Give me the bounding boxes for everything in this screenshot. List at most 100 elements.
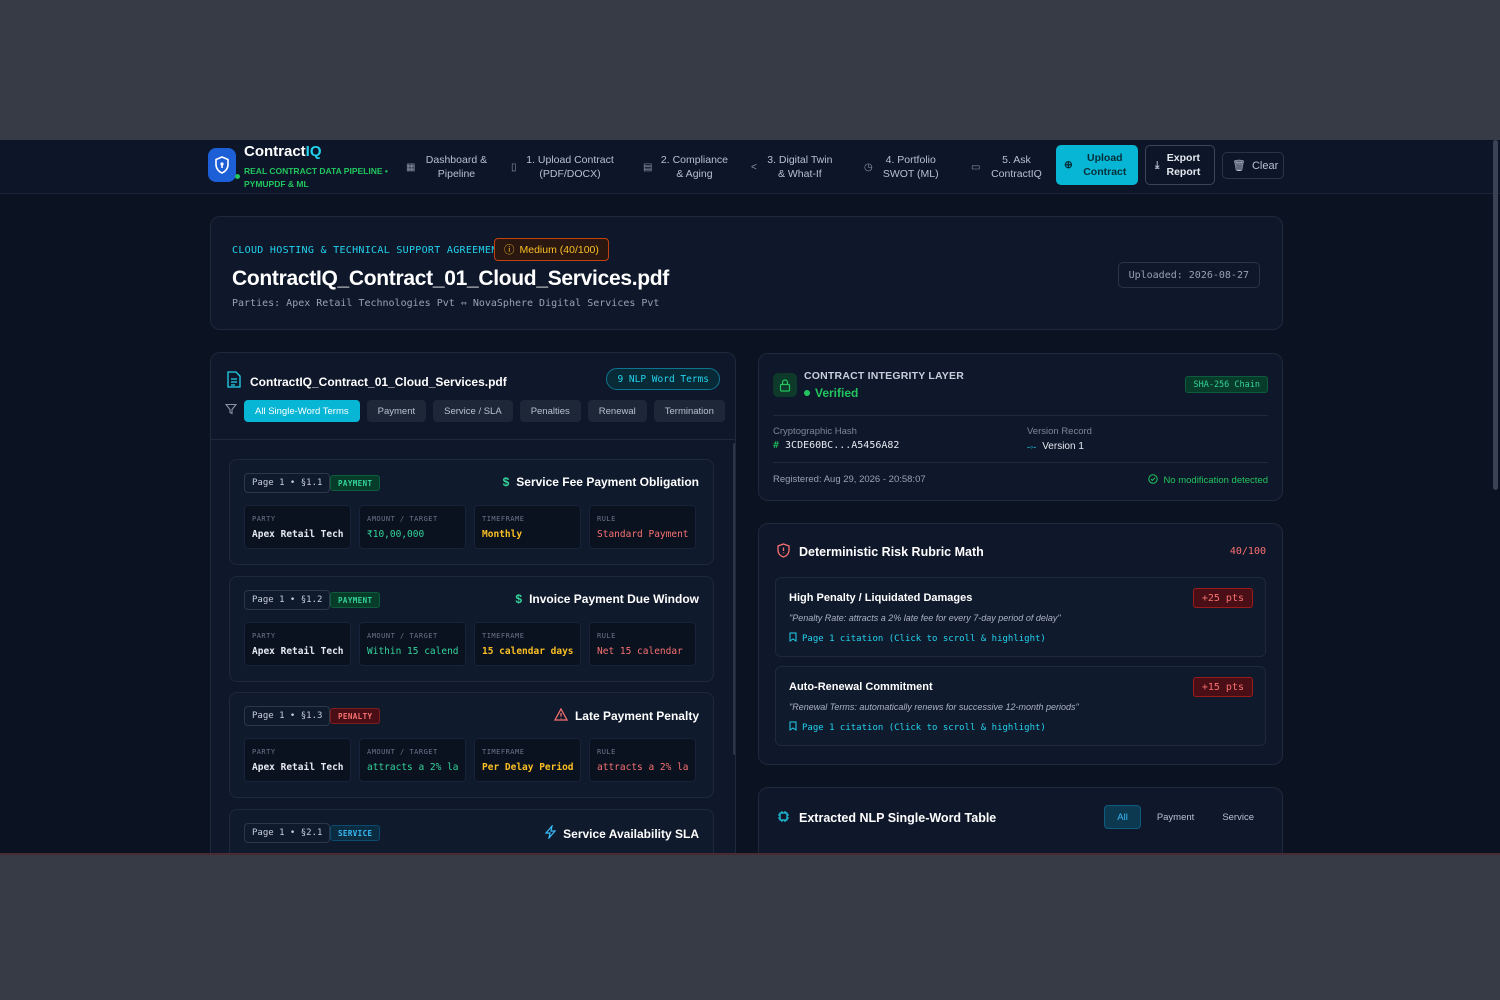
table-tab-all[interactable]: All xyxy=(1104,805,1141,829)
clause-type-tag: PAYMENT xyxy=(330,592,381,608)
sha-chain-badge: SHA-256 Chain xyxy=(1185,376,1268,393)
timeframe-field: TIMEFRAME Per Delay Period xyxy=(474,738,581,782)
rubric-item-title: Auto-Renewal Commitment xyxy=(789,681,933,693)
document-icon xyxy=(227,371,241,393)
contract-integrity-card: CONTRACT INTEGRITY LAYER Verified SHA-25… xyxy=(758,353,1283,501)
top-navbar: ContractIQ REAL CONTRACT DATA PIPELINE •… xyxy=(0,140,1500,194)
page-section-tag: Page 1 • §1.2 xyxy=(244,590,331,610)
document-title: ContractIQ_Contract_01_Cloud_Services.pd… xyxy=(232,267,669,290)
brand-name: ContractIQ xyxy=(244,143,322,160)
registered-timestamp: Registered: Aug 29, 2026 - 20:58:07 xyxy=(773,474,926,485)
filter-all-terms[interactable]: All Single-Word Terms xyxy=(244,400,360,422)
clause-title: Invoice Payment Due Window xyxy=(529,592,699,606)
share-icon: < xyxy=(751,161,757,173)
nav-dashboard[interactable]: ▦ Dashboard & Pipeline xyxy=(406,148,491,186)
table-tab-service[interactable]: Service xyxy=(1210,805,1266,829)
page-section-tag: Page 1 • §1.3 xyxy=(244,706,331,726)
nlp-terms-count-badge: 9 NLP Word Terms xyxy=(606,368,720,390)
warning-circle-icon: ⓘ xyxy=(504,244,515,256)
rubric-quote: "Renewal Terms: automatically renews for… xyxy=(789,702,1079,712)
git-commit-icon: -◦- xyxy=(1027,441,1037,452)
clause-card[interactable]: Page 1 • §1.1 PAYMENT $ Service Fee Paym… xyxy=(229,459,714,565)
shield-alert-icon xyxy=(777,543,790,561)
rubric-title: Deterministic Risk Rubric Math xyxy=(799,545,984,559)
document-type: CLOUD HOSTING & TECHNICAL SUPPORT AGREEM… xyxy=(232,245,504,256)
nav-ask-contractiq[interactable]: ▭ 5. Ask ContractIQ xyxy=(971,148,1046,186)
filter-termination[interactable]: Termination xyxy=(653,400,725,422)
warning-triangle-icon xyxy=(553,707,569,724)
plus-circle-icon: ⊕ xyxy=(1064,159,1073,171)
filter-penalties[interactable]: Penalties xyxy=(519,400,581,422)
contract-summary-card: CLOUD HOSTING & TECHNICAL SUPPORT AGREEM… xyxy=(210,216,1283,330)
file-icon: ▯ xyxy=(511,161,517,173)
page-section-tag: Page 1 • §1.1 xyxy=(244,473,331,493)
integrity-title: CONTRACT INTEGRITY LAYER xyxy=(804,370,964,382)
chat-icon: ▭ xyxy=(971,161,981,173)
integrity-status: Verified xyxy=(804,386,858,400)
table-tab-payment[interactable]: Payment xyxy=(1145,805,1207,829)
bookmark-icon xyxy=(789,632,797,645)
timeframe-field: TIMEFRAME Monthly xyxy=(474,505,581,549)
clause-type-tag: PAYMENT xyxy=(330,475,381,491)
clause-card[interactable]: Page 1 • §1.2 PAYMENT $ Invoice Payment … xyxy=(229,576,714,682)
points-badge: +25 pts xyxy=(1192,588,1253,608)
nav-compliance[interactable]: ▤ 2. Compliance & Aging xyxy=(643,144,730,190)
rubric-quote: "Penalty Rate: attracts a 2% late fee fo… xyxy=(789,613,1061,623)
cpu-icon xyxy=(777,810,790,826)
amount-field: AMOUNT / TARGET ₹10,00,000 xyxy=(359,505,466,549)
page-citation-link[interactable]: Page 1 citation (Click to scroll & highl… xyxy=(789,721,1046,734)
pipeline-tagline: REAL CONTRACT DATA PIPELINE • PYMUPDF & … xyxy=(235,165,404,191)
grid-icon: ▦ xyxy=(406,161,416,173)
calendar-icon: ▤ xyxy=(643,161,653,173)
app-window: ContractIQ REAL CONTRACT DATA PIPELINE •… xyxy=(0,140,1500,855)
hash-icon: # xyxy=(773,440,780,451)
rubric-item-title: High Penalty / Liquidated Damages xyxy=(789,592,973,604)
clause-card[interactable]: Page 1 • §2.1 SERVICE Service Availabili… xyxy=(229,809,714,853)
amount-field: AMOUNT / TARGET attracts a 2% la… xyxy=(359,738,466,782)
filter-icon xyxy=(224,402,238,420)
trash-icon: 🗑 xyxy=(1232,160,1246,172)
page-section-tag: Page 1 • §2.1 xyxy=(244,823,331,843)
filter-renewal[interactable]: Renewal xyxy=(587,400,647,422)
rule-field: RULE Standard Payment xyxy=(589,505,696,549)
lightning-icon xyxy=(544,823,557,842)
status-dot-icon xyxy=(804,390,810,396)
uploaded-date: Uploaded: 2026-08-27 xyxy=(1117,262,1260,288)
version-value: -◦- Version 1 xyxy=(1027,441,1084,452)
filter-service-sla[interactable]: Service / SLA xyxy=(433,400,513,422)
nlp-table-card: Extracted NLP Single-Word Table All Paym… xyxy=(758,787,1283,853)
clause-title: Service Fee Payment Obligation xyxy=(516,475,699,489)
export-report-button[interactable]: ⤓ Export Report xyxy=(1145,145,1215,185)
page-scrollbar[interactable] xyxy=(1493,140,1498,490)
nlp-terms-panel: ContractIQ_Contract_01_Cloud_Services.pd… xyxy=(210,352,736,853)
hash-value: # 3CDE60BC...A5456A82 xyxy=(773,440,900,451)
clause-list-scrollbar[interactable] xyxy=(733,443,735,755)
download-icon: ⤓ xyxy=(1155,159,1160,171)
page-citation-link[interactable]: Page 1 citation (Click to scroll & highl… xyxy=(789,632,1046,645)
amount-field: AMOUNT / TARGET Within 15 calend… xyxy=(359,622,466,666)
rubric-score: 40/100 xyxy=(1229,546,1266,557)
no-modification-status: No modification detected xyxy=(1148,474,1268,487)
risk-rubric-card: Deterministic Risk Rubric Math 40/100 Hi… xyxy=(758,523,1283,765)
nav-upload-contract[interactable]: ▯ 1. Upload Contract (PDF/DOCX) xyxy=(511,148,618,186)
nlp-table-title: Extracted NLP Single-Word Table xyxy=(799,811,997,825)
rule-field: RULE Net 15 calendar … xyxy=(589,622,696,666)
contract-parties: Parties: Apex Retail Technologies Pvt ⇔ … xyxy=(232,298,660,309)
risk-level-badge: ⓘ Medium (40/100) xyxy=(494,238,609,261)
filter-payment[interactable]: Payment xyxy=(366,400,427,422)
upload-contract-button[interactable]: ⊕ Upload Contract xyxy=(1056,145,1138,185)
clause-card[interactable]: Page 1 • §1.3 PENALTY Late Payment Penal… xyxy=(229,692,714,798)
nav-portfolio-swot[interactable]: ◷ 4. Portfolio SWOT (ML) xyxy=(864,148,943,186)
term-filter-bar: All Single-Word Terms Payment Service / … xyxy=(224,400,725,422)
dollar-icon: $ xyxy=(502,475,510,489)
panel-file-title: ContractIQ_Contract_01_Cloud_Services.pd… xyxy=(250,375,507,389)
clear-button[interactable]: 🗑 Clear xyxy=(1222,152,1284,179)
hash-label: Cryptographic Hash xyxy=(773,426,857,437)
rubric-item: Auto-Renewal Commitment +15 pts "Renewal… xyxy=(775,666,1266,746)
version-label: Version Record xyxy=(1027,426,1092,437)
bookmark-icon xyxy=(789,721,797,734)
nav-digital-twin[interactable]: < 3. Digital Twin & What-If xyxy=(751,148,837,186)
party-field: PARTY Apex Retail Tech… xyxy=(244,505,351,549)
clause-type-tag: PENALTY xyxy=(330,708,381,724)
shield-logo-icon xyxy=(208,148,236,182)
